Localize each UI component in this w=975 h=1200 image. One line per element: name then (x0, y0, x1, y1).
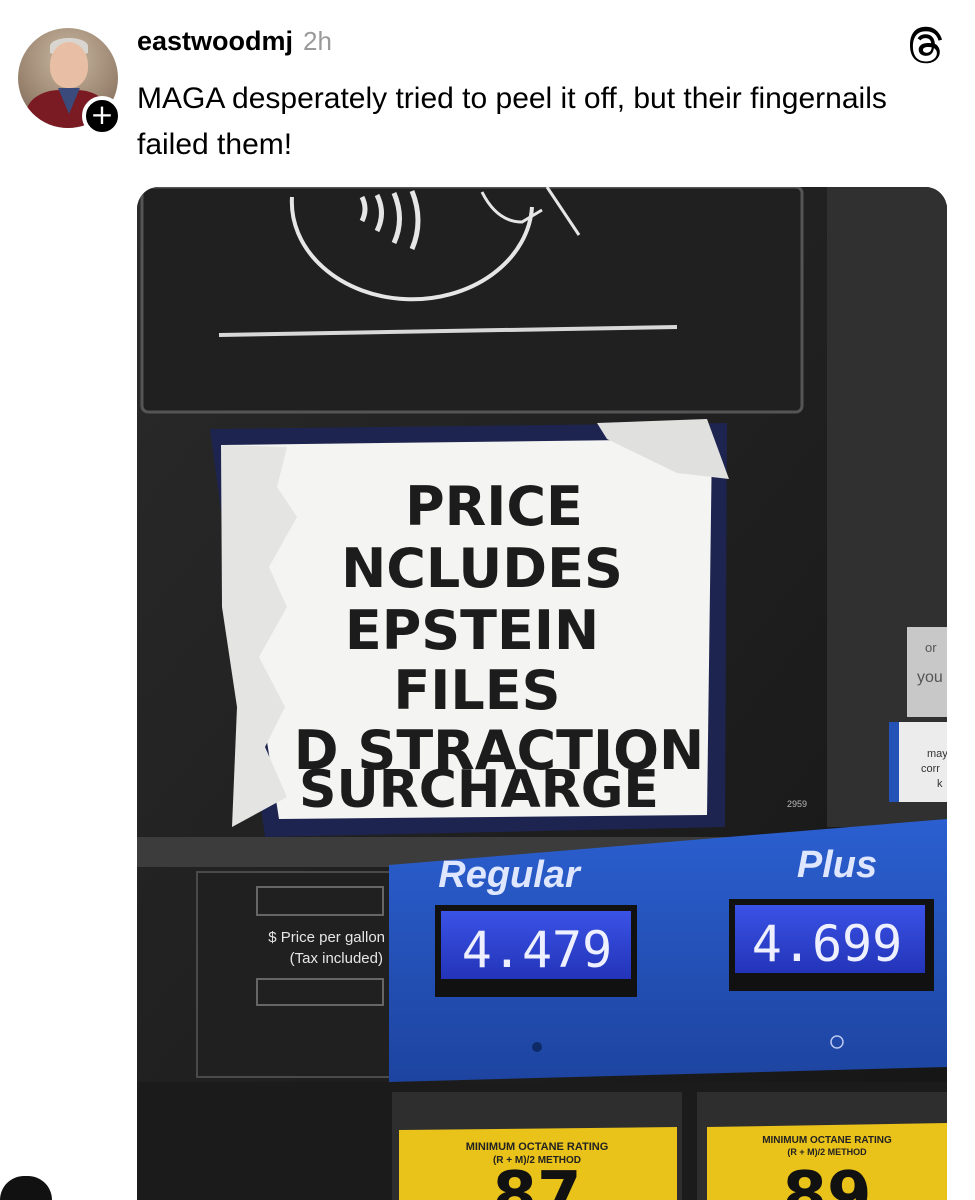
price-regular: 4.479 (462, 921, 613, 979)
post-header: eastwoodmj 2h (137, 26, 332, 60)
price-per-gallon-label: $ Price per gallon (268, 929, 385, 946)
post-image[interactable]: or you may corr k PRICE NCLUDES EPSTEIN … (137, 187, 947, 1200)
sign-code: 2959 (787, 799, 807, 809)
side-sticker-word: k (937, 778, 943, 790)
sign-line: NCLUDES (341, 537, 623, 600)
octane-method-plus: (R + M)/2 METHOD (787, 1147, 867, 1157)
octane-plus-value: 89 (782, 1159, 871, 1200)
sign-line: SURCHARGE (299, 760, 659, 820)
threads-logo-icon[interactable] (906, 26, 946, 66)
avatar-face (50, 42, 88, 88)
sign-line: PRICE (405, 475, 583, 538)
octane-label-regular: MINIMUM OCTANE RATING (466, 1141, 609, 1153)
post-text: MAGA desperately tried to peel it off, b… (137, 82, 887, 161)
sign-line: EPSTEIN (345, 599, 599, 662)
sign-line: FILES (393, 659, 560, 722)
octane-regular-value: 87 (492, 1159, 581, 1200)
side-sticker-word: corr (921, 763, 940, 775)
tax-included-label: (Tax included) (290, 950, 383, 967)
side-sticker-word: you (917, 669, 943, 686)
price-plus: 4.699 (752, 915, 903, 973)
timestamp[interactable]: 2h (303, 26, 332, 57)
username[interactable]: eastwoodmj (137, 26, 293, 57)
next-post-avatar-edge (0, 1176, 52, 1200)
side-sticker-word: or (925, 640, 937, 655)
grade-regular-label: Regular (438, 854, 582, 896)
follow-button[interactable]: + (82, 96, 122, 136)
side-sticker-word: may (927, 748, 947, 760)
gas-pump-photo: or you may corr k PRICE NCLUDES EPSTEIN … (137, 187, 947, 1200)
octane-label-plus: MINIMUM OCTANE RATING (762, 1135, 892, 1146)
grade-plus-label: Plus (797, 844, 877, 886)
